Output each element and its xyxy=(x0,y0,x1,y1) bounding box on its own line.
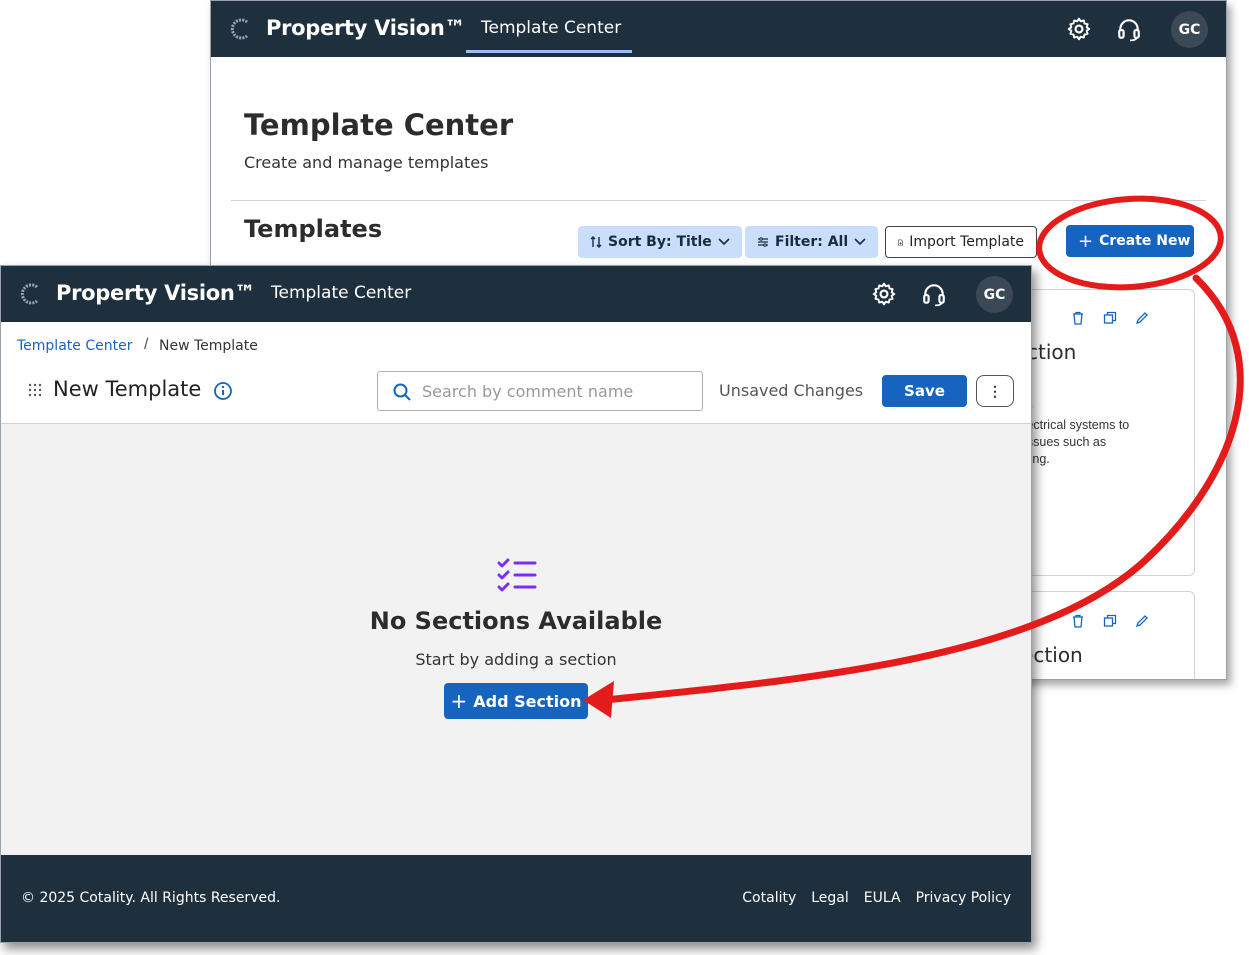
divider xyxy=(231,200,1206,201)
add-section-button[interactable]: + Add Section xyxy=(444,683,588,719)
page-title: Template Center xyxy=(244,108,514,142)
filter-button[interactable]: Filter: All xyxy=(745,226,879,258)
new-template-window: Property Vision™ Template Center GC Temp… xyxy=(0,265,1032,943)
save-button[interactable]: Save xyxy=(882,375,967,407)
nav-tab-template-center[interactable]: Template Center xyxy=(481,18,621,38)
footer: © 2025 Cotality. All Rights Reserved. Co… xyxy=(1,855,1031,942)
avatar[interactable]: GC xyxy=(1171,11,1208,48)
add-section-label: Add Section xyxy=(473,691,582,711)
avatar[interactable]: GC xyxy=(976,276,1013,313)
plus-icon: + xyxy=(450,689,468,713)
filter-icon xyxy=(758,237,768,247)
duplicate-icon[interactable] xyxy=(1103,614,1117,628)
template-card[interactable]: pection tions s electrical systems to et… xyxy=(1002,289,1195,576)
import-template-label: Import Template xyxy=(909,234,1024,250)
search-box[interactable] xyxy=(377,371,703,411)
unsaved-status: Unsaved Changes xyxy=(719,381,864,400)
footer-link-cotality[interactable]: Cotality xyxy=(742,890,796,906)
create-new-label: Create New xyxy=(1099,233,1191,249)
nav-tab-template-center[interactable]: Template Center xyxy=(271,283,411,303)
pencil-icon[interactable] xyxy=(1135,311,1149,325)
empty-state-subtitle: Start by adding a section xyxy=(415,650,617,669)
page-title[interactable]: New Template xyxy=(53,377,201,401)
drag-handle-icon[interactable] xyxy=(28,383,42,397)
gear-icon[interactable] xyxy=(1066,16,1092,42)
duplicate-icon[interactable] xyxy=(1103,311,1117,325)
brand-name[interactable]: Property Vision™ xyxy=(266,16,466,40)
logo-icon xyxy=(230,18,248,40)
template-card[interactable]: spection xyxy=(998,591,1195,679)
more-options-button[interactable]: ⋮ xyxy=(976,375,1014,407)
sections-area xyxy=(1,423,1031,855)
footer-link-privacy-policy[interactable]: Privacy Policy xyxy=(916,890,1011,906)
top-navbar: Property Vision™ Template Center GC xyxy=(1,266,1031,322)
breadcrumb-separator: / xyxy=(144,336,149,353)
brand-name[interactable]: Property Vision™ xyxy=(56,281,256,305)
trash-icon[interactable] xyxy=(1071,614,1085,628)
sort-button[interactable]: Sort By: Title xyxy=(578,226,742,258)
sort-label: Sort By: Title xyxy=(608,234,712,250)
trash-icon[interactable] xyxy=(1071,311,1085,325)
top-navbar: Property Vision™ Template Center GC xyxy=(211,1,1226,57)
active-tab-indicator xyxy=(466,50,632,53)
gear-icon[interactable] xyxy=(871,281,897,307)
sort-icon xyxy=(590,236,602,248)
info-icon[interactable] xyxy=(213,381,233,401)
footer-links: Cotality Legal EULA Privacy Policy xyxy=(742,890,1011,906)
headset-icon[interactable] xyxy=(921,281,947,307)
section-title: Templates xyxy=(244,215,383,243)
logo-icon xyxy=(20,283,38,305)
pencil-icon[interactable] xyxy=(1135,614,1149,628)
plus-icon: + xyxy=(1078,230,1094,252)
checklist-icon xyxy=(497,558,537,592)
search-icon xyxy=(393,383,411,401)
chevron-down-icon xyxy=(718,238,730,246)
search-input[interactable] xyxy=(422,374,692,408)
file-import-icon xyxy=(898,239,903,245)
import-template-button[interactable]: Import Template xyxy=(885,226,1037,258)
filter-label: Filter: All xyxy=(775,234,849,250)
copyright-text: © 2025 Cotality. All Rights Reserved. xyxy=(21,890,281,906)
footer-link-legal[interactable]: Legal xyxy=(811,890,849,906)
headset-icon[interactable] xyxy=(1116,16,1142,42)
page-subtitle: Create and manage templates xyxy=(244,153,489,172)
empty-state-title: No Sections Available xyxy=(369,607,663,635)
breadcrumb-template-center[interactable]: Template Center xyxy=(17,338,132,354)
footer-link-eula[interactable]: EULA xyxy=(864,890,901,906)
create-new-button[interactable]: + Create New xyxy=(1066,225,1194,257)
breadcrumb-current: New Template xyxy=(159,338,258,354)
chevron-down-icon xyxy=(854,238,866,246)
